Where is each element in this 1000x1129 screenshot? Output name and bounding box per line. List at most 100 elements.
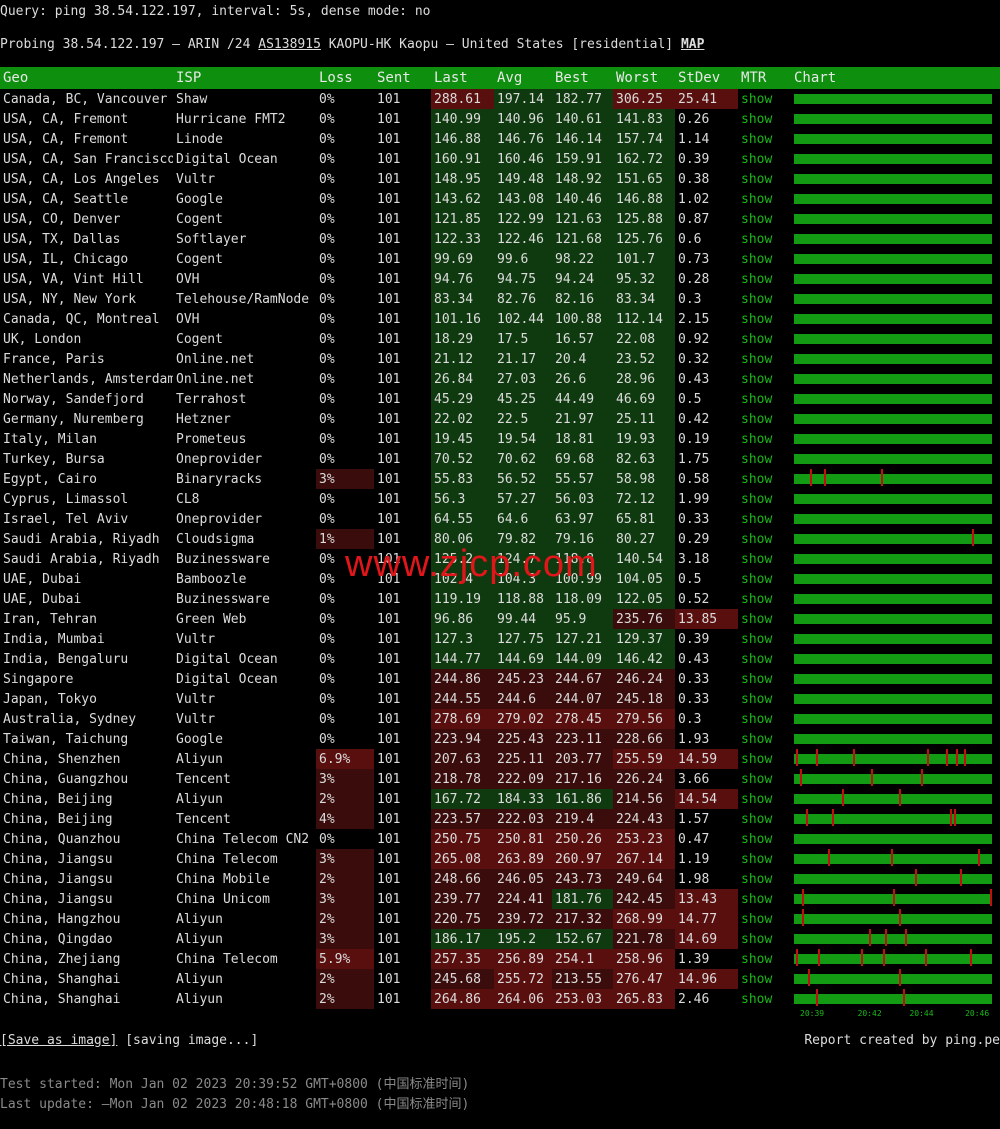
report-credit: Report created by ping.pe <box>804 1033 1000 1048</box>
cell-avg: 225.11 <box>494 749 552 769</box>
cell-best: 63.97 <box>552 509 613 529</box>
latency-chart <box>791 129 1000 149</box>
loss-spike <box>990 889 993 906</box>
latency-bar <box>794 469 992 486</box>
cell-loss: 0% <box>319 231 335 247</box>
mtr-show-link[interactable]: show <box>738 709 791 729</box>
cell-best: 217.32 <box>552 909 613 929</box>
cell-stdev: 0.73 <box>678 251 710 267</box>
cell-avg: 27.03 <box>494 369 552 389</box>
as-link[interactable]: AS138915 <box>258 37 321 52</box>
mtr-show-link[interactable]: show <box>738 949 791 969</box>
latency-bar <box>794 654 992 664</box>
mtr-show-link[interactable]: show <box>738 469 791 489</box>
mtr-show-link[interactable]: show <box>738 529 791 549</box>
mtr-show-link[interactable]: show <box>738 269 791 289</box>
cell-stdev: 0.33 <box>678 511 710 527</box>
mtr-show-link[interactable]: show <box>738 889 791 909</box>
cell-avg: 250.81 <box>494 829 552 849</box>
cell-loss: 0% <box>319 271 335 287</box>
mtr-show-link[interactable]: show <box>738 909 791 929</box>
loss-spike <box>960 869 963 886</box>
mtr-show-link[interactable]: show <box>738 929 791 949</box>
mtr-show-link[interactable]: show <box>738 349 791 369</box>
mtr-show-link[interactable]: show <box>738 689 791 709</box>
loss-spike <box>956 749 959 766</box>
mtr-show-link[interactable]: show <box>738 629 791 649</box>
table-row: Japan, Tokyo Vultr 0% 101 244.55 244.6 244.07 2… <box>0 689 1000 709</box>
watermark: www.zjcp.com <box>345 543 598 585</box>
cell-sent: 101 <box>377 191 401 207</box>
cell-loss: 0% <box>319 631 335 647</box>
mtr-show-link[interactable]: show <box>738 309 791 329</box>
cell-best: 203.77 <box>552 749 613 769</box>
cell-stdev: 14.96 <box>675 969 738 989</box>
table-row: Israel, Tel Aviv Oneprovider 0% 101 64.55 64.… <box>0 509 1000 529</box>
mtr-show-link[interactable]: show <box>738 489 791 509</box>
cell-sent: 101 <box>377 591 401 607</box>
mtr-show-link[interactable]: show <box>738 669 791 689</box>
cell-avg: 149.48 <box>494 169 552 189</box>
mtr-show-link[interactable]: show <box>738 789 791 809</box>
latency-bar <box>794 234 992 244</box>
mtr-show-link[interactable]: show <box>738 829 791 849</box>
mtr-show-link[interactable]: show <box>738 89 791 109</box>
latency-chart <box>791 449 1000 469</box>
mtr-show-link[interactable]: show <box>738 289 791 309</box>
mtr-show-link[interactable]: show <box>738 149 791 169</box>
mtr-show-link[interactable]: show <box>738 569 791 589</box>
cell-avg: 22.5 <box>494 409 552 429</box>
mtr-show-link[interactable]: show <box>738 429 791 449</box>
mtr-show-link[interactable]: show <box>738 969 791 989</box>
cell-loss: 0% <box>319 691 335 707</box>
mtr-show-link[interactable]: show <box>738 329 791 349</box>
mtr-show-link[interactable]: show <box>738 549 791 569</box>
mtr-show-link[interactable]: show <box>738 849 791 869</box>
map-link[interactable]: MAP <box>681 37 704 52</box>
mtr-show-link[interactable]: show <box>738 749 791 769</box>
latency-bar <box>794 114 992 124</box>
cell-worst: 151.65 <box>613 169 675 189</box>
cell-best: 100.88 <box>552 309 613 329</box>
cell-stdev: 14.54 <box>675 789 738 809</box>
cell-sent: 101 <box>377 511 401 527</box>
probe-middle: KAOPU-HK Kaopu – United States [resident… <box>320 37 681 52</box>
mtr-show-link[interactable]: show <box>738 509 791 529</box>
cell-avg: 222.09 <box>494 769 552 789</box>
cell-avg: 279.02 <box>494 709 552 729</box>
mtr-show-link[interactable]: show <box>738 189 791 209</box>
loss-spike <box>801 889 804 906</box>
loss-spike <box>893 889 895 906</box>
mtr-show-link[interactable]: show <box>738 609 791 629</box>
mtr-show-link[interactable]: show <box>738 769 791 789</box>
mtr-show-link[interactable]: show <box>738 249 791 269</box>
cell-worst: 146.42 <box>613 649 675 669</box>
mtr-show-link[interactable]: show <box>738 649 791 669</box>
save-as-image-button[interactable]: [Save as image] <box>0 1033 117 1048</box>
mtr-show-link[interactable]: show <box>738 449 791 469</box>
cell-stdev: 1.14 <box>678 131 710 147</box>
cell-loss: 5.9% <box>316 949 374 969</box>
mtr-show-link[interactable]: show <box>738 869 791 889</box>
latency-bar <box>794 969 992 986</box>
mtr-show-link[interactable]: show <box>738 109 791 129</box>
cell-isp: Aliyun <box>176 751 223 767</box>
cell-stdev: 25.41 <box>675 89 738 109</box>
mtr-show-link[interactable]: show <box>738 369 791 389</box>
mtr-show-link[interactable]: show <box>738 229 791 249</box>
cell-geo: India, Mumbai <box>3 631 105 647</box>
cell-geo: Italy, Milan <box>3 431 97 447</box>
mtr-show-link[interactable]: show <box>738 729 791 749</box>
mtr-show-link[interactable]: show <box>738 589 791 609</box>
mtr-show-link[interactable]: show <box>738 989 791 1009</box>
mtr-show-link[interactable]: show <box>738 389 791 409</box>
mtr-show-link[interactable]: show <box>738 209 791 229</box>
cell-stdev: 0.3 <box>678 711 702 727</box>
mtr-show-link[interactable]: show <box>738 129 791 149</box>
mtr-show-link[interactable]: show <box>738 169 791 189</box>
mtr-show-link[interactable]: show <box>738 409 791 429</box>
loss-spike <box>883 949 886 966</box>
mtr-show-link[interactable]: show <box>738 809 791 829</box>
cell-last: 45.29 <box>431 389 494 409</box>
loss-spike <box>799 769 802 786</box>
